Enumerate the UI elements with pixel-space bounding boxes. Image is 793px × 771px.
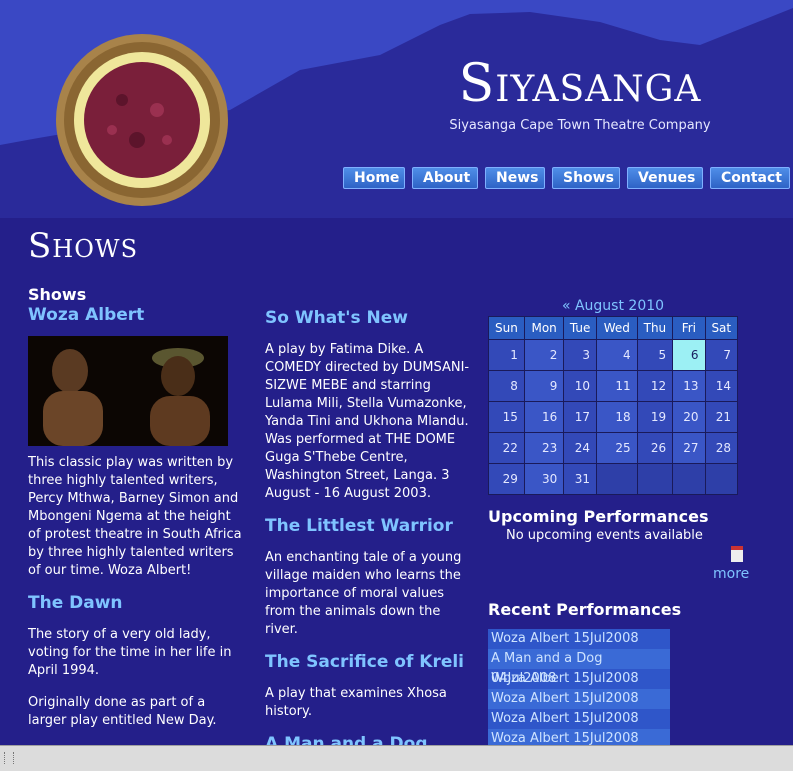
calendar-day[interactable]: 24 [563,432,598,464]
recent-item[interactable]: Woza Albert 15Jul2008 [488,629,670,649]
browser-status-bar [0,745,793,771]
sacrifice-of-kreli-description: A play that examines Xhosa history. [265,686,447,719]
calendar-day[interactable]: 11 [596,370,638,402]
show-link-sacrifice-of-kreli[interactable]: The Sacrifice of Kreli [265,653,470,671]
calendar-empty-cell [704,463,739,495]
calendar-day[interactable]: 10 [563,370,598,402]
shows-column-middle: So What's New A play by Fatima Dike. A C… [265,309,470,767]
more-link[interactable]: more [713,566,749,582]
calendar-empty-cell [672,463,706,495]
calendar-day[interactable]: 8 [488,370,525,402]
nav-shows[interactable]: Shows [552,167,620,189]
calendar-day[interactable]: 30 [523,463,565,495]
calendar-grid: Sun Mon Tue Wed Thu Fri Sat 1 2 3 4 5 6 7 8 9 10 1… [488,316,739,495]
nav-venues[interactable]: Venues [627,167,703,189]
nav-home[interactable]: Home [343,167,405,189]
upcoming-performances: Upcoming Performances No upcoming events… [488,507,748,543]
calendar-day[interactable]: 5 [636,339,674,371]
show-link-woza-albert[interactable]: Woza Albert [28,306,243,324]
recent-item[interactable]: A Man and a Dog 04Jul2008 [488,649,670,686]
calendar-day[interactable]: 19 [636,401,674,433]
woza-albert-photo [28,336,228,446]
recent-performances: Recent Performances Woza Albert 15Jul200… [488,600,748,749]
upcoming-empty-message: No upcoming events available [506,528,703,543]
woza-albert-description: This classic play was written by three h… [28,455,242,578]
logo-icon [56,34,228,206]
calendar-day[interactable]: 12 [636,370,674,402]
nav-about[interactable]: About [412,167,478,189]
calendar-day[interactable]: 4 [596,339,638,371]
resize-grip-icon[interactable] [4,752,14,764]
calendar-day-header: Thu [636,316,674,340]
nav-contact[interactable]: Contact [710,167,790,189]
calendar-day[interactable]: 3 [563,339,598,371]
page-title: Shows [28,226,139,266]
calendar-day-header: Fri [672,316,706,340]
so-whats-new-description: A play by Fatima Dike. A COMEDY directed… [265,342,470,501]
calendar-day[interactable]: 20 [672,401,706,433]
shows-heading: Shows [28,285,87,304]
calendar-day-header: Tue [563,316,598,340]
calendar-empty-cell [636,463,674,495]
calendar-day[interactable]: 22 [488,432,525,464]
recent-heading: Recent Performances [488,600,682,619]
calendar-day[interactable]: 6 [672,339,706,371]
calendar-day-header: Sun [488,316,525,340]
show-link-littlest-warrior[interactable]: The Littlest Warrior [265,517,470,535]
site-tagline: Siyasanga Cape Town Theatre Company [449,118,711,133]
calendar-day-header: Wed [596,316,638,340]
site-title: Siyasanga [458,54,702,114]
show-link-the-dawn[interactable]: The Dawn [28,594,243,612]
brand: Siyasanga Siyasanga Cape Town Theatre Co… [420,58,740,133]
calendar-day-header: Mon [523,316,565,340]
calendar-day[interactable]: 18 [596,401,638,433]
nav-news[interactable]: News [485,167,545,189]
calendar-month-nav[interactable]: « August 2010 [488,298,738,314]
calendar-day[interactable]: 17 [563,401,598,433]
calendar-day[interactable]: 15 [488,401,525,433]
calendar-day[interactable]: 27 [672,432,706,464]
calendar-day[interactable]: 7 [704,339,739,371]
calendar-day[interactable]: 2 [523,339,565,371]
calendar-day[interactable]: 25 [596,432,638,464]
calendar-day[interactable]: 9 [523,370,565,402]
calendar-day[interactable]: 1 [488,339,525,371]
calendar-empty-cell [596,463,638,495]
actors-image [28,336,228,446]
recent-item[interactable]: Woza Albert 15Jul2008 [488,709,670,729]
recent-item[interactable]: Woza Albert 15Jul2008 [488,669,670,689]
calendar-day[interactable]: 16 [523,401,565,433]
main-nav: Home About News Shows Venues Contact [343,167,790,189]
site-header: Siyasanga Siyasanga Cape Town Theatre Co… [0,0,793,218]
shows-column-left: Shows Woza Albert This classic play was … [28,286,243,744]
calendar-day[interactable]: 14 [704,370,739,402]
calendar-day[interactable]: 28 [704,432,739,464]
upcoming-heading: Upcoming Performances [488,507,709,526]
the-dawn-description-2: Originally done as part of a larger play… [28,695,217,728]
calendar-day[interactable]: 13 [672,370,706,402]
calendar-day[interactable]: 23 [523,432,565,464]
recent-item[interactable]: Woza Albert 15Jul2008 [488,689,670,709]
recent-list: Woza Albert 15Jul2008 A Man and a Dog 04… [488,629,670,749]
littlest-warrior-description: An enchanting tale of a young village ma… [265,550,462,637]
calendar-widget: « August 2010 Sun Mon Tue Wed Thu Fri Sa… [488,298,739,495]
calendar-day[interactable]: 26 [636,432,674,464]
calendar-icon[interactable] [731,546,743,562]
show-link-so-whats-new[interactable]: So What's New [265,309,470,327]
calendar-day-header: Sat [704,316,739,340]
calendar-day[interactable]: 21 [704,401,739,433]
calendar-day[interactable]: 31 [563,463,598,495]
the-dawn-description-1: The story of a very old lady, voting for… [28,627,232,678]
calendar-day[interactable]: 29 [488,463,525,495]
